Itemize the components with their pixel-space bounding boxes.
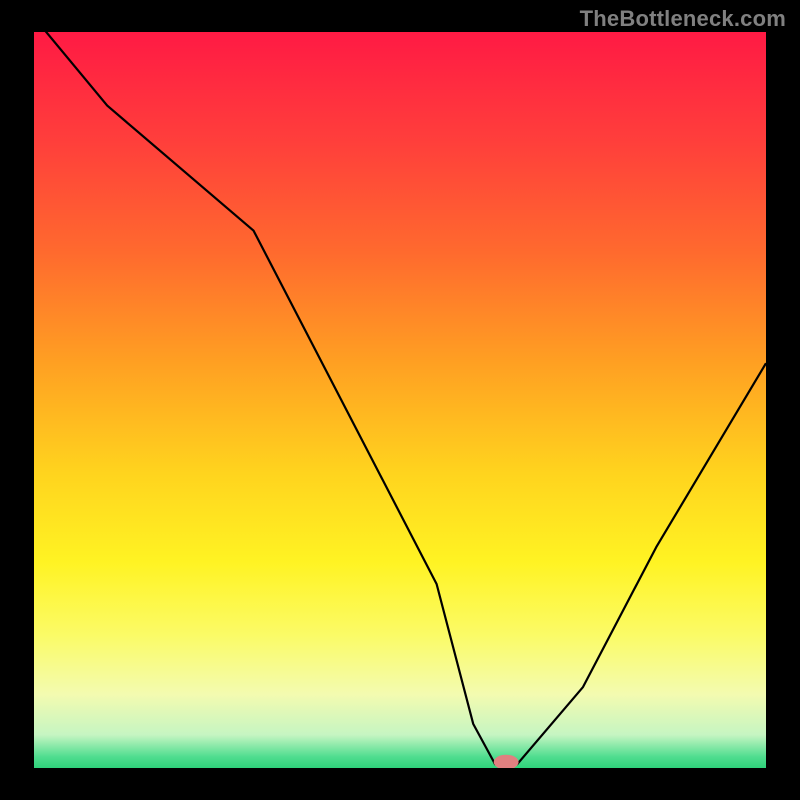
gradient-background — [34, 32, 766, 768]
chart-frame: TheBottleneck.com — [0, 0, 800, 800]
attribution-text: TheBottleneck.com — [580, 6, 786, 32]
chart-svg — [34, 32, 766, 768]
plot-area — [34, 32, 766, 768]
